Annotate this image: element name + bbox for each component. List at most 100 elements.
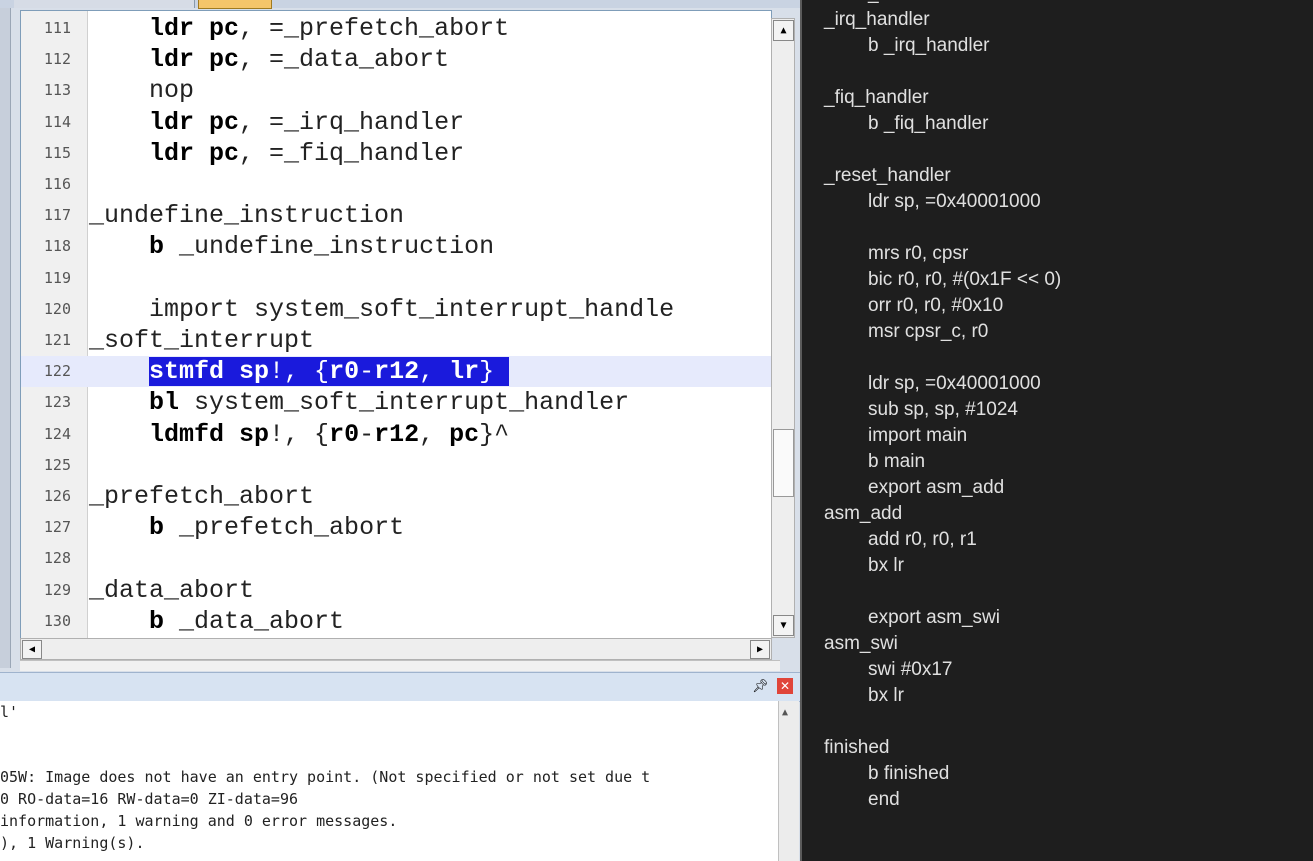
line-number: 125 [43, 455, 71, 474]
pin-icon[interactable]: 📌︎ [752, 679, 769, 694]
code-text[interactable]: _soft_interrupt [89, 325, 314, 356]
notes-line: export asm_swi [868, 607, 1000, 628]
code-line[interactable]: 122 stmfd sp!, {r0-r12, lr} [21, 356, 771, 388]
code-text[interactable]: ldmfd sp!, {r0-r12, pc}^ [89, 419, 509, 450]
code-line[interactable]: 119 [21, 263, 771, 294]
file-tab[interactable] [14, 0, 195, 8]
code-line[interactable]: 115 ldr pc, =_fiq_handler [21, 138, 771, 169]
code-line[interactable]: 126 _prefetch_abort [21, 481, 771, 512]
code-text[interactable]: ldr pc, =_irq_handler [89, 107, 464, 138]
notes-line: ldr sp, =0x40001000 [868, 191, 1041, 212]
line-number: 123 [43, 393, 71, 412]
notes-line: finished [824, 737, 890, 758]
notes-line: add r0, r0, r1 [868, 529, 977, 550]
editor-horizontal-scrollbar[interactable]: ◀ ▶ [20, 638, 772, 660]
notes-line: b main [868, 451, 926, 472]
line-number: 124 [43, 424, 71, 443]
code-line[interactable]: 120 import system_soft_interrupt_handle [21, 294, 771, 325]
build-output-scrollbar[interactable]: ▲ [778, 701, 799, 861]
line-number: 113 [43, 81, 71, 100]
notes-line: b finished [868, 763, 950, 784]
notes-line: sub sp, sp, #1024 [868, 399, 1018, 420]
line-number: 122 [43, 362, 71, 381]
line-number: 115 [43, 143, 71, 162]
code-text[interactable]: _data_abort [89, 575, 254, 606]
code-text[interactable]: b _data_abort [89, 606, 344, 637]
notes-line: bx lr [868, 555, 904, 576]
build-output-line: information, 1 warning and 0 error messa… [0, 812, 398, 830]
build-output-line: l' [0, 703, 19, 721]
code-line[interactable]: 124 ldmfd sp!, {r0-r12, pc}^ [21, 419, 771, 450]
scroll-down-arrow-icon[interactable]: ▼ [773, 615, 794, 636]
build-output-panel: l' 05W: Image does not have an entry poin… [0, 701, 778, 861]
line-number: 128 [43, 549, 71, 568]
scroll-right-arrow-icon[interactable]: ▶ [750, 640, 770, 659]
notes-line: bx lr [868, 685, 904, 706]
line-number: 120 [43, 299, 71, 318]
code-text[interactable]: _undefine_instruction [89, 200, 404, 231]
code-text[interactable]: stmfd sp!, {r0-r12, lr} [89, 356, 510, 387]
code-text[interactable]: b _undefine_instruction [89, 231, 494, 262]
code-line[interactable]: 113 nop [21, 75, 771, 106]
line-number: 127 [43, 518, 71, 537]
notes-line: export asm_add [868, 477, 1005, 498]
code-line[interactable]: 123 bl system_soft_interrupt_handler [21, 387, 771, 418]
code-text[interactable]: b _prefetch_abort [89, 512, 404, 543]
code-line[interactable]: 114 ldr pc, =_irq_handler [21, 107, 771, 138]
code-line[interactable]: 112 ldr pc, =_data_abort [21, 44, 771, 75]
scroll-left-arrow-icon[interactable]: ◀ [22, 640, 42, 659]
code-line[interactable]: 117 _undefine_instruction [21, 200, 771, 231]
build-output-line: 05W: Image does not have an entry point.… [0, 768, 651, 787]
line-number: 129 [43, 580, 71, 599]
notes-line: _ [868, 0, 879, 5]
line-number: 111 [43, 19, 71, 37]
code-line[interactable]: 128 [21, 543, 771, 574]
notes-line: mrs r0, cpsr [868, 243, 969, 264]
notes-line: _reset_handler [824, 165, 951, 186]
notes-line: bic r0, r0, #(0x1F << 0) [868, 269, 1062, 290]
code-line[interactable]: 116 [21, 169, 771, 200]
notes-line: asm_add [824, 503, 903, 524]
scroll-thumb[interactable] [773, 429, 794, 497]
line-number: 114 [43, 112, 71, 131]
build-output-line: 0 RO-data=16 RW-data=0 ZI-data=96 [0, 790, 299, 809]
notes-line: b _irq_handler [868, 35, 990, 56]
code-line[interactable]: 127 b _prefetch_abort [21, 512, 771, 543]
code-line[interactable]: 129 _data_abort [21, 575, 771, 606]
workspace-horizontal-scrollbar[interactable] [20, 660, 780, 671]
scroll-up-arrow-icon[interactable]: ▲ [773, 20, 794, 41]
code-text[interactable]: nop [89, 75, 194, 106]
notes-line: orr r0, r0, #0x10 [868, 295, 1004, 316]
line-number: 126 [43, 487, 71, 505]
code-line[interactable]: 118 b _undefine_instruction [21, 231, 771, 262]
code-editor[interactable]: 111 ldr pc, =_prefetch_abort 112 ldr pc, … [20, 10, 772, 640]
editor-vertical-scrollbar[interactable]: ▲ ▼ [771, 18, 795, 638]
notes-line: b _fiq_handler [868, 113, 989, 134]
code-text[interactable]: _prefetch_abort [89, 481, 314, 512]
file-tab-active[interactable] [198, 0, 272, 9]
line-number: 116 [43, 175, 71, 193]
line-number: 118 [43, 237, 71, 256]
code-line[interactable]: 125 [21, 450, 771, 481]
code-text[interactable]: ldr pc, =_data_abort [89, 44, 449, 75]
code-text[interactable]: ldr pc, =_prefetch_abort [89, 13, 509, 44]
code-text[interactable]: import system_soft_interrupt_handle [89, 294, 674, 325]
build-output-line: ), 1 Warning(s). [0, 833, 145, 852]
close-icon[interactable]: ✕ [777, 678, 793, 694]
line-number: 117 [43, 206, 71, 225]
code-line[interactable]: 130 b _data_abort [21, 606, 771, 637]
line-number: 112 [43, 50, 71, 69]
notes-panel: _ _irq_handlerb _irq_handler _fiq_handlerb… [800, 0, 1313, 861]
notes-line: _fiq_handler [824, 87, 929, 108]
code-text[interactable]: bl system_soft_interrupt_handler [89, 387, 629, 418]
code-line[interactable]: 111 ldr pc, =_prefetch_abort [21, 13, 771, 44]
line-number: 130 [43, 611, 71, 630]
code-line[interactable]: 121 _soft_interrupt [21, 325, 771, 356]
line-number: 119 [43, 268, 71, 287]
code-text[interactable]: ldr pc, =_fiq_handler [89, 138, 464, 169]
file-tab-strip [0, 0, 800, 9]
notes-line: end [868, 789, 900, 810]
ide-window: 111 ldr pc, =_prefetch_abort 112 ldr pc, … [0, 0, 800, 861]
line-number: 121 [43, 331, 71, 349]
scroll-up-arrow-icon[interactable]: ▲ [782, 707, 788, 718]
